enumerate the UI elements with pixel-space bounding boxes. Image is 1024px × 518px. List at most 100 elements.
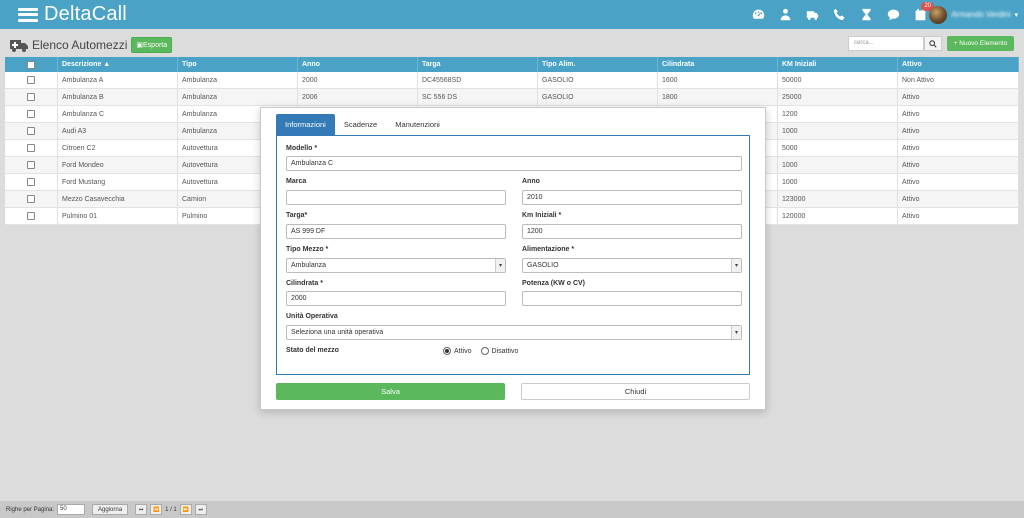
table-cell: Attivo xyxy=(898,208,1019,224)
row-checkbox[interactable] xyxy=(5,106,58,122)
avatar[interactable] xyxy=(929,5,948,24)
menu-icon[interactable] xyxy=(18,7,38,22)
table-row[interactable]: Ambulanza A Ambulanza 2000 DC45568SD GASOLIO… xyxy=(5,72,1019,89)
row-checkbox[interactable] xyxy=(5,191,58,207)
save-button[interactable]: Salva xyxy=(276,383,505,400)
column-header[interactable]: Descrizione ▲ xyxy=(58,57,178,72)
row-checkbox[interactable] xyxy=(5,174,58,190)
calendar-icon[interactable]: 20 xyxy=(912,1,934,23)
alimentazione-value: GASOLIO xyxy=(527,262,559,269)
refresh-button[interactable]: Aggiorna xyxy=(92,504,129,515)
row-checkbox[interactable] xyxy=(5,140,58,156)
column-header[interactable]: Cilindrata xyxy=(658,57,778,72)
table-cell: Citroen C2 xyxy=(58,140,178,156)
tab-scadenze[interactable]: Scadenze xyxy=(335,114,386,135)
column-header[interactable]: Tipo Alim. xyxy=(538,57,658,72)
search-input[interactable]: cerca... xyxy=(848,36,924,51)
tipo-mezzo-select[interactable]: Ambulanza ▾ xyxy=(286,258,506,273)
table-cell: Attivo xyxy=(898,106,1019,122)
table-cell: Ambulanza B xyxy=(58,89,178,105)
table-cell: Non Attivo xyxy=(898,72,1019,88)
unita-operativa-value: Seleziona una unità operativa xyxy=(291,329,384,336)
rows-per-page-label: Righe per Pagina: xyxy=(6,506,55,513)
prev-page-icon[interactable]: ⏪ xyxy=(150,504,163,515)
stato-attivo-label: Attivo xyxy=(454,347,472,355)
marca-input[interactable] xyxy=(286,190,506,205)
table-cell: Ford Mustang xyxy=(58,174,178,190)
marca-label: Marca xyxy=(286,178,307,185)
rows-per-page-input[interactable]: 50 xyxy=(57,504,86,515)
modello-input[interactable]: Ambulanza C xyxy=(286,156,742,171)
column-header[interactable]: Tipo xyxy=(178,57,298,72)
chevron-down-icon: ▾ xyxy=(731,326,741,339)
select-all-checkbox[interactable] xyxy=(5,57,58,72)
user-name: Armando Verdini xyxy=(951,10,1011,19)
search-icon xyxy=(929,39,937,48)
last-page-icon[interactable]: ⏭ xyxy=(194,504,207,515)
potenza-input[interactable] xyxy=(522,291,742,306)
anno-label: Anno xyxy=(522,178,540,185)
table-cell: SC 556 DS xyxy=(418,89,538,105)
ambulance-icon xyxy=(10,40,28,52)
dashboard-icon[interactable] xyxy=(750,7,766,23)
table-header: Descrizione ▲ Tipo Anno Targa Tipo Alim.… xyxy=(5,57,1019,72)
row-checkbox[interactable] xyxy=(5,208,58,224)
close-button[interactable]: Chiudi xyxy=(521,383,750,400)
page-header: Elenco Automezzi ▣Esporta xyxy=(10,36,173,54)
page-info: 1 / 1 xyxy=(165,506,177,513)
table-row[interactable]: Ambulanza B Ambulanza 2006 SC 556 DS GASOLIO… xyxy=(5,89,1019,106)
page-title: Elenco Automezzi xyxy=(32,38,128,52)
table-cell: Attivo xyxy=(898,191,1019,207)
potenza-label: Potenza (KW o CV) xyxy=(522,280,585,287)
table-cell: 123000 xyxy=(778,191,898,207)
row-checkbox[interactable] xyxy=(5,123,58,139)
km-iniziali-input[interactable]: 1200 xyxy=(522,224,742,239)
alimentazione-label: Alimentazione * xyxy=(522,246,575,253)
tab-manutenzioni[interactable]: Manutenzioni xyxy=(386,114,449,135)
targa-input[interactable]: AS 999 DF xyxy=(286,224,506,239)
cilindrata-input[interactable]: 2000 xyxy=(286,291,506,306)
table-cell: Ambulanza A xyxy=(58,72,178,88)
column-header[interactable]: Anno xyxy=(298,57,418,72)
alimentazione-select[interactable]: GASOLIO ▾ xyxy=(522,258,742,273)
chevron-down-icon: ▾ xyxy=(731,259,741,272)
km-iniziali-label: Km Iniziali * xyxy=(522,212,562,219)
export-button[interactable]: ▣Esporta xyxy=(131,37,173,53)
table-cell: GASOLIO xyxy=(538,72,658,88)
table-cell: 1000 xyxy=(778,174,898,190)
new-item-button[interactable]: + Nuovo Elemento xyxy=(947,36,1014,51)
stato-attivo-radio[interactable] xyxy=(443,347,451,355)
table-cell: 1200 xyxy=(778,106,898,122)
table-cell: Pulmino 01 xyxy=(58,208,178,224)
search-button[interactable] xyxy=(924,36,942,51)
phone-icon[interactable] xyxy=(831,7,847,23)
column-header[interactable]: KM Iniziali xyxy=(778,57,898,72)
table-cell: GASOLIO xyxy=(538,89,658,105)
table-cell: Attivo xyxy=(898,157,1019,173)
first-page-icon[interactable]: ⏮ xyxy=(135,504,148,515)
form-panel: Modello * Ambulanza C Marca Anno 2010 Ta… xyxy=(276,135,750,375)
ambulance-icon[interactable] xyxy=(804,7,820,23)
hourglass-icon[interactable] xyxy=(858,7,874,23)
row-checkbox[interactable] xyxy=(5,89,58,105)
tab-informazioni[interactable]: Informazioni xyxy=(276,114,335,135)
row-checkbox[interactable] xyxy=(5,157,58,173)
row-checkbox[interactable] xyxy=(5,72,58,88)
table-cell: Attivo xyxy=(898,140,1019,156)
next-page-icon[interactable]: ⏩ xyxy=(179,504,192,515)
user-medic-icon[interactable] xyxy=(777,7,793,23)
stato-disattivo-label: Disattivo xyxy=(491,347,519,355)
unita-operativa-label: Unità Operativa xyxy=(286,313,338,320)
table-cell: Ambulanza xyxy=(178,89,298,105)
chat-icon[interactable] xyxy=(885,7,901,23)
stato-disattivo-radio[interactable] xyxy=(480,347,489,355)
unita-operativa-select[interactable]: Seleziona una unità operativa ▾ xyxy=(286,325,742,340)
column-header[interactable]: Attivo xyxy=(898,57,1019,72)
pagination-bar: Righe per Pagina: 50 Aggiorna ⏮ ⏪ 1 / 1 … xyxy=(0,501,1024,518)
user-menu[interactable]: Armando Verdini ▾ xyxy=(929,4,1018,25)
table-cell: 50000 xyxy=(778,72,898,88)
column-header[interactable]: Targa xyxy=(418,57,538,72)
anno-input[interactable]: 2010 xyxy=(522,190,742,205)
app-title: DeltaCall xyxy=(44,3,127,25)
top-bar: DeltaCall 20 Armando Verdini ▾ xyxy=(0,0,1024,29)
